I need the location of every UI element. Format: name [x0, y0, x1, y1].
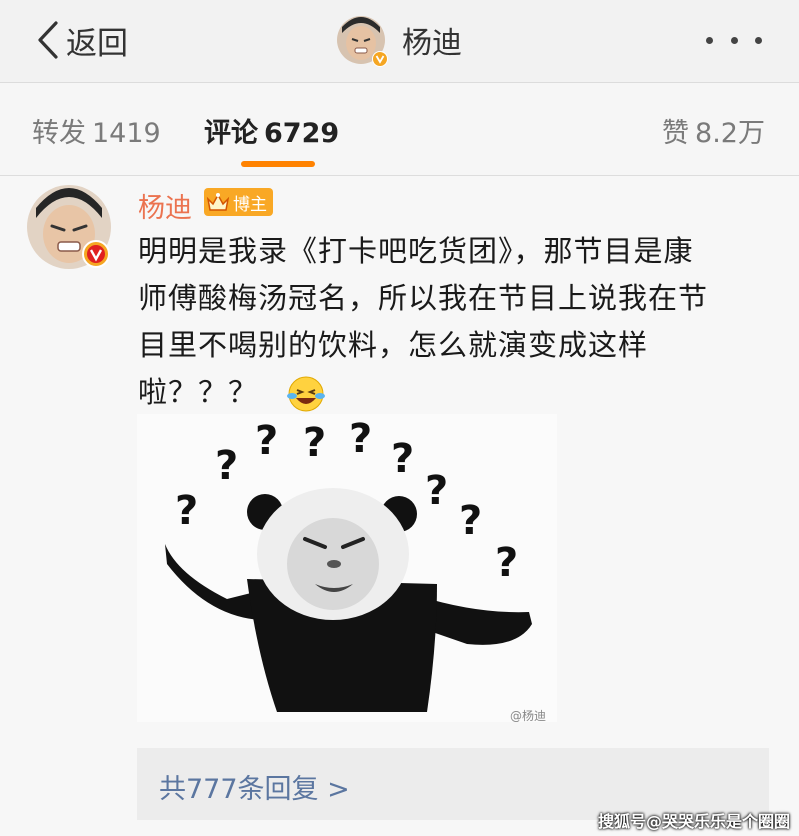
avatar[interactable]	[336, 15, 388, 67]
sticker-watermark: @杨迪	[510, 709, 547, 723]
active-tab-indicator	[241, 161, 315, 167]
tab-count: 1419	[92, 118, 161, 149]
question-mark-icon: ?	[349, 416, 372, 462]
tab-count: 6729	[264, 118, 340, 149]
tab-label: 赞	[662, 118, 690, 149]
tab-reposts[interactable]: 转发 1419	[32, 111, 161, 150]
tab-label: 转发	[32, 118, 86, 149]
question-mark-icon: ?	[495, 540, 518, 586]
comment-line: 啦？？？	[138, 375, 259, 409]
comment-line: 明明是我录《打卡吧吃货团》，那节目是康	[138, 234, 694, 268]
question-mark-icon: ?	[459, 498, 482, 544]
question-mark-icon: ?	[303, 420, 326, 466]
comment-line: 师傅酸梅汤冠名，所以我在节目上说我在节	[138, 281, 709, 315]
nav-user[interactable]: 杨迪	[336, 14, 462, 67]
dot-icon	[730, 36, 738, 44]
chevron-left-icon	[38, 21, 58, 59]
nav-username: 杨迪	[402, 26, 462, 61]
question-mark-icon: ?	[391, 436, 414, 482]
question-mark-icon: ?	[175, 488, 198, 534]
source-watermark: 搜狐号@哭哭乐乐是个圈圈	[598, 812, 791, 831]
tab-bar: 转发 1419 评论 6729 赞 8.2万	[0, 83, 799, 176]
author-badge: 博主	[204, 188, 273, 216]
tab-count: 8.2万	[695, 118, 765, 149]
laugh-cry-emoji-icon	[287, 376, 326, 412]
more-options-button[interactable]	[706, 30, 762, 50]
question-mark-icon: ?	[255, 418, 278, 464]
meme-sticker-image[interactable]: ? ? ? ? ? ? ? ? ?	[137, 414, 557, 722]
back-button[interactable]: 返回	[36, 18, 128, 62]
crown-icon	[206, 193, 230, 211]
comment-avatar[interactable]	[26, 184, 112, 270]
nav-bar: 返回 杨迪	[0, 0, 799, 83]
badge-label: 博主	[233, 194, 267, 215]
tab-comments[interactable]: 评论 6729	[204, 111, 339, 150]
comment-item: 杨迪 博主 明明是我录《打卡吧吃货团》，那节目是康 师傅酸梅汤冠名，所以我在节目…	[0, 176, 799, 836]
tab-label: 评论	[204, 118, 258, 149]
reply-count-link[interactable]: 共777条回复 >	[159, 767, 350, 806]
verified-icon	[372, 51, 388, 67]
question-mark-icon: ?	[425, 468, 448, 514]
question-mark-icon: ?	[215, 443, 238, 489]
back-label: 返回	[66, 25, 128, 62]
comment-line-last: 啦？？？	[138, 369, 768, 416]
tab-likes[interactable]: 赞 8.2万	[662, 111, 765, 150]
comment-author[interactable]: 杨迪	[138, 186, 192, 225]
verified-icon	[82, 240, 110, 268]
comment-line: 目里不喝别的饮料，怎么就演变成这样	[138, 328, 649, 362]
dot-icon	[755, 36, 762, 44]
comment-text: 明明是我录《打卡吧吃货团》，那节目是康 师傅酸梅汤冠名，所以我在节目上说我在节 …	[138, 228, 768, 416]
dot-icon	[706, 36, 713, 44]
